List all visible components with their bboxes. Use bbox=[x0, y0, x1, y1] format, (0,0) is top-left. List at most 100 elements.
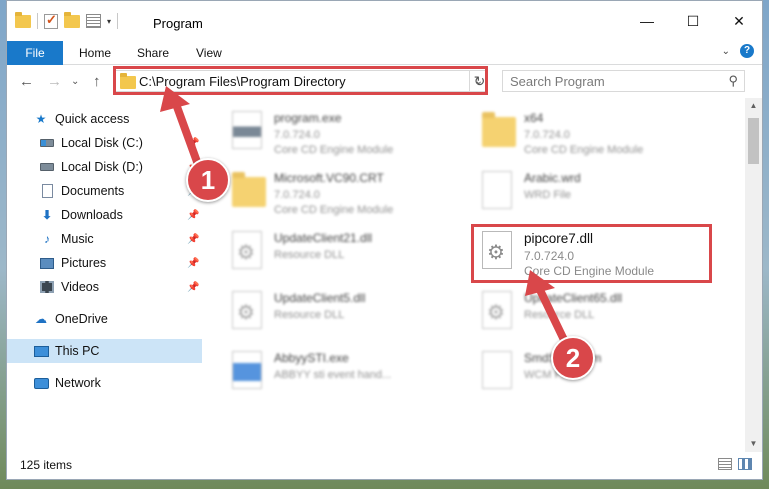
file-version: ABBYY sti event hand... bbox=[274, 369, 392, 381]
music-icon: ♪ bbox=[44, 232, 50, 246]
file-description: Core CD Engine Module bbox=[524, 144, 644, 156]
file-icon bbox=[482, 171, 514, 211]
scroll-down-arrow-icon[interactable]: ▼ bbox=[745, 436, 762, 452]
file-description: Core CD Engine Module bbox=[274, 144, 394, 156]
quick-access-toolbar: ▾ bbox=[15, 11, 119, 29]
window-controls: — ☐ ✕ bbox=[624, 1, 762, 41]
tab-home[interactable]: Home bbox=[79, 41, 111, 65]
dll-icon bbox=[482, 291, 514, 331]
sidebar-item-label: Videos bbox=[61, 280, 99, 294]
sidebar-item-pictures[interactable]: Pictures 📌 bbox=[7, 251, 202, 275]
file-version: 7.0.724.0 bbox=[274, 189, 320, 201]
file-name: UpdateClient21.dll bbox=[274, 231, 373, 245]
file-description: Core CD Engine Module bbox=[274, 204, 394, 216]
search-icon[interactable]: ⚲ bbox=[728, 73, 738, 89]
folder-icon[interactable] bbox=[15, 11, 31, 28]
sidebar-item-label: Music bbox=[61, 232, 94, 246]
tab-share[interactable]: Share bbox=[137, 41, 169, 65]
sidebar-item-music[interactable]: ♪ Music 📌 bbox=[7, 227, 202, 251]
file-item-x64[interactable]: x64 7.0.724.0 Core CD Engine Module bbox=[462, 107, 692, 167]
file-name: UpdateClient5.dll bbox=[274, 291, 366, 305]
sidebar-item-label: Network bbox=[55, 376, 101, 390]
folder-icon bbox=[232, 171, 266, 211]
sidebar-item-label: OneDrive bbox=[55, 312, 108, 326]
network-icon bbox=[33, 376, 49, 390]
scroll-thumb[interactable] bbox=[748, 118, 759, 164]
forward-button[interactable]: → bbox=[47, 73, 62, 90]
pin-icon[interactable]: 📌 bbox=[187, 210, 199, 221]
dll-icon bbox=[232, 231, 264, 271]
new-folder-icon[interactable] bbox=[64, 11, 80, 28]
sidebar-item-documents[interactable]: Documents 📌 bbox=[7, 179, 202, 203]
pin-icon[interactable]: 📌 bbox=[187, 282, 199, 293]
item-count: 125 items bbox=[20, 458, 73, 472]
search-box[interactable]: ⚲ bbox=[502, 70, 745, 92]
sidebar-item-videos[interactable]: Videos 📌 bbox=[7, 275, 202, 299]
onedrive-icon: ☁ bbox=[35, 312, 47, 326]
file-item-program-exe[interactable]: program.exe 7.0.724.0 Core CD Engine Mod… bbox=[212, 107, 442, 167]
this-pc-icon bbox=[33, 344, 49, 358]
sidebar-item-quick-access[interactable]: ★ Quick access bbox=[7, 107, 202, 131]
file-version: 7.0.724.0 bbox=[524, 129, 570, 141]
file-item-updateclient5-dll[interactable]: UpdateClient5.dll Resource DLL bbox=[212, 287, 442, 347]
file-name: AbbyySTI.exe bbox=[274, 351, 349, 365]
sidebar-item-onedrive[interactable]: ☁ OneDrive bbox=[7, 307, 202, 331]
exe-blue-icon bbox=[232, 351, 264, 391]
file-item-arabic-wrd[interactable]: Arabic.wrd WRD File bbox=[462, 167, 692, 227]
sidebar-item-network[interactable]: Network bbox=[7, 371, 202, 395]
tab-file[interactable]: File bbox=[7, 41, 63, 65]
toolbar-separator bbox=[117, 13, 119, 29]
file-item-abbyysti-exe[interactable]: AbbyySTI.exe ABBYY sti event hand... bbox=[212, 347, 442, 407]
pipcore7-highlight bbox=[471, 224, 712, 283]
sidebar-item-downloads[interactable]: ⬇ Downloads 📌 bbox=[7, 203, 202, 227]
title-bar: ▾ Program — ☐ ✕ bbox=[7, 1, 762, 41]
sidebar-item-this-pc[interactable]: This PC bbox=[7, 339, 202, 363]
properties-check-icon[interactable] bbox=[44, 12, 58, 29]
address-bar-highlight bbox=[113, 66, 488, 95]
file-item-microsoft-vc90-crt[interactable]: Microsoft.VC90.CRT 7.0.724.0 Core CD Eng… bbox=[212, 167, 442, 227]
recent-locations-button[interactable]: ⌄ bbox=[71, 76, 79, 87]
ribbon-tabs: File Home Share View ⌄ ? bbox=[7, 41, 762, 65]
star-icon: ★ bbox=[35, 112, 47, 126]
file-version: Resource DLL bbox=[274, 309, 345, 321]
sidebar-item-local-disk-d[interactable]: Local Disk (D:) 📌 bbox=[7, 155, 202, 179]
customize-toolbar-dropdown[interactable]: ▾ bbox=[107, 17, 111, 26]
file-name: Microsoft.VC90.CRT bbox=[274, 171, 384, 185]
maximize-button[interactable]: ☐ bbox=[670, 1, 716, 41]
minimize-button[interactable]: — bbox=[624, 1, 670, 41]
downloads-icon: ⬇ bbox=[41, 208, 53, 222]
up-button[interactable]: ↑ bbox=[93, 73, 101, 90]
view-options-icon[interactable] bbox=[86, 14, 101, 28]
close-button[interactable]: ✕ bbox=[716, 1, 762, 41]
file-version: 7.0.724.0 bbox=[274, 129, 320, 141]
tab-view[interactable]: View bbox=[196, 41, 222, 65]
back-button[interactable]: ← bbox=[19, 73, 34, 90]
file-name: program.exe bbox=[274, 111, 342, 125]
file-name: x64 bbox=[524, 111, 544, 125]
file-version: WRD File bbox=[524, 189, 572, 201]
navigation-pane: ★ Quick access Local Disk (C:) 📌 Local D… bbox=[7, 103, 202, 453]
sidebar-item-label: Documents bbox=[61, 184, 125, 198]
pin-icon[interactable]: 📌 bbox=[187, 138, 199, 149]
sidebar-item-local-disk-c[interactable]: Local Disk (C:) 📌 bbox=[7, 131, 202, 155]
folder-icon bbox=[482, 111, 516, 151]
videos-icon bbox=[39, 280, 55, 294]
file-name: Arabic.wrd bbox=[524, 171, 581, 185]
sidebar-item-label: Downloads bbox=[61, 208, 123, 222]
details-view-icon[interactable] bbox=[718, 458, 732, 470]
view-switcher bbox=[718, 458, 752, 470]
help-icon[interactable]: ? bbox=[740, 44, 754, 58]
pin-icon[interactable]: 📌 bbox=[187, 234, 199, 245]
file-item-updateclient21-dll[interactable]: UpdateClient21.dll Resource DLL bbox=[212, 227, 442, 287]
collapse-ribbon-icon[interactable]: ⌄ bbox=[722, 46, 730, 57]
vertical-scrollbar[interactable]: ▲ ▼ bbox=[745, 98, 762, 452]
scroll-up-arrow-icon[interactable]: ▲ bbox=[745, 98, 762, 114]
file-version: Resource DLL bbox=[524, 309, 595, 321]
pin-icon[interactable]: 📌 bbox=[187, 258, 199, 269]
search-input[interactable] bbox=[503, 71, 713, 91]
large-icons-view-icon[interactable] bbox=[738, 458, 752, 470]
sidebar-item-label: Local Disk (C:) bbox=[61, 136, 143, 150]
status-bar: 125 items bbox=[7, 453, 762, 479]
file-icon bbox=[482, 351, 514, 391]
file-name: UpdateClient65.dll bbox=[524, 291, 623, 305]
